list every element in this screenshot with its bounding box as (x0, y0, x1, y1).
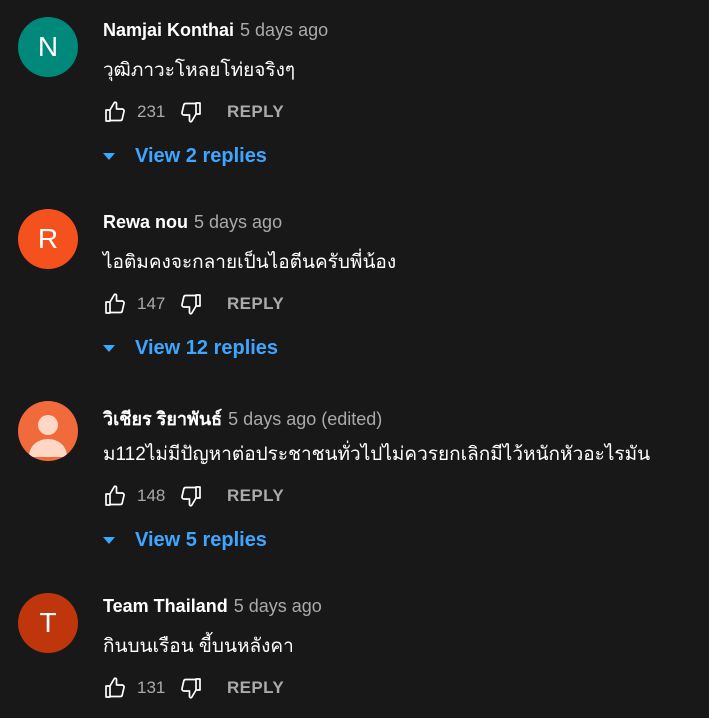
avatar[interactable] (18, 401, 78, 461)
like-count: 131 (137, 678, 166, 697)
comment-time[interactable]: 5 days ago (194, 212, 282, 232)
comment-author[interactable]: Rewa nou (103, 212, 188, 232)
avatar[interactable]: T (18, 593, 78, 653)
reply-button[interactable]: REPLY (227, 486, 284, 506)
comment-header: วิเชียร ริยาพันธ์ 5 days ago (edited) (103, 404, 382, 429)
like-count: 231 (137, 102, 166, 121)
comment-header: Namjai Konthai 5 days ago (103, 20, 328, 44)
comment-text: ม112ไม่มีปัญหาต่อประชาชนทั่วไปไม่ควรยกเล… (103, 444, 651, 465)
comment-text: กินบนเรือน ขี้บนหลังคา (103, 636, 294, 657)
comment-author[interactable]: วิเชียร ริยาพันธ์ (103, 409, 222, 429)
caret-down-icon (103, 152, 115, 160)
avatar-letter: R (37, 223, 59, 254)
comment-author[interactable]: Team Thailand (103, 596, 228, 616)
caret-down-icon (103, 536, 115, 544)
thumbs-up-icon[interactable] (103, 100, 127, 124)
comment-item: N Namjai Konthai 5 days ago วุฒิภาวะโหลยโ… (0, 0, 709, 192)
comment-text: ไอติมคงจะกลายเป็นไอตีนครับพี่น้อง (103, 252, 397, 273)
comment-item: วิเชียร ริยาพันธ์ 5 days ago (edited) ม11… (0, 384, 709, 576)
avatar-letter: N (37, 31, 59, 62)
comment-actions: 131 REPLY (103, 674, 284, 702)
view-replies-button[interactable]: View 2 replies (103, 142, 267, 170)
view-replies-label: View 2 replies (135, 144, 267, 167)
thumbs-down-icon[interactable] (179, 484, 203, 508)
view-replies-label: View 5 replies (135, 528, 267, 551)
comment-header: Team Thailand 5 days ago (103, 596, 322, 620)
reply-button[interactable]: REPLY (227, 678, 284, 698)
comment-author[interactable]: Namjai Konthai (103, 20, 234, 40)
comment-header: Rewa nou 5 days ago (103, 212, 282, 236)
avatar[interactable]: R (18, 209, 78, 269)
comment-actions: 147 REPLY (103, 290, 284, 318)
reply-button[interactable]: REPLY (227, 294, 284, 314)
view-replies-button[interactable]: View 12 replies (103, 334, 278, 362)
reply-button[interactable]: REPLY (227, 102, 284, 122)
comment-time[interactable]: 5 days ago (edited) (228, 409, 382, 429)
avatar-letter: T (39, 607, 57, 638)
comment-time[interactable]: 5 days ago (240, 20, 328, 40)
comment-text: วุฒิภาวะโหลยโท่ยจริงๆ (103, 60, 296, 81)
thumbs-up-icon[interactable] (103, 484, 127, 508)
like-count: 148 (137, 486, 166, 505)
thumbs-up-icon[interactable] (103, 676, 127, 700)
like-count: 147 (137, 294, 166, 313)
comment-item: T Team Thailand 5 days ago กินบนเรือน ขี้… (0, 576, 709, 718)
thumbs-down-icon[interactable] (179, 292, 203, 316)
thumbs-down-icon[interactable] (179, 676, 203, 700)
default-person-icon (29, 415, 67, 457)
comment-time[interactable]: 5 days ago (234, 596, 322, 616)
caret-down-icon (103, 344, 115, 352)
comment-item: R Rewa nou 5 days ago ไอติมคงจะกลายเป็นไอ… (0, 192, 709, 384)
comment-actions: 148 REPLY (103, 482, 284, 510)
thumbs-down-icon[interactable] (179, 100, 203, 124)
view-replies-button[interactable]: View 5 replies (103, 526, 267, 554)
avatar[interactable]: N (18, 17, 78, 77)
comments-feed: N Namjai Konthai 5 days ago วุฒิภาวะโหลยโ… (0, 0, 709, 718)
thumbs-up-icon[interactable] (103, 292, 127, 316)
comment-actions: 231 REPLY (103, 98, 284, 126)
view-replies-label: View 12 replies (135, 336, 279, 359)
